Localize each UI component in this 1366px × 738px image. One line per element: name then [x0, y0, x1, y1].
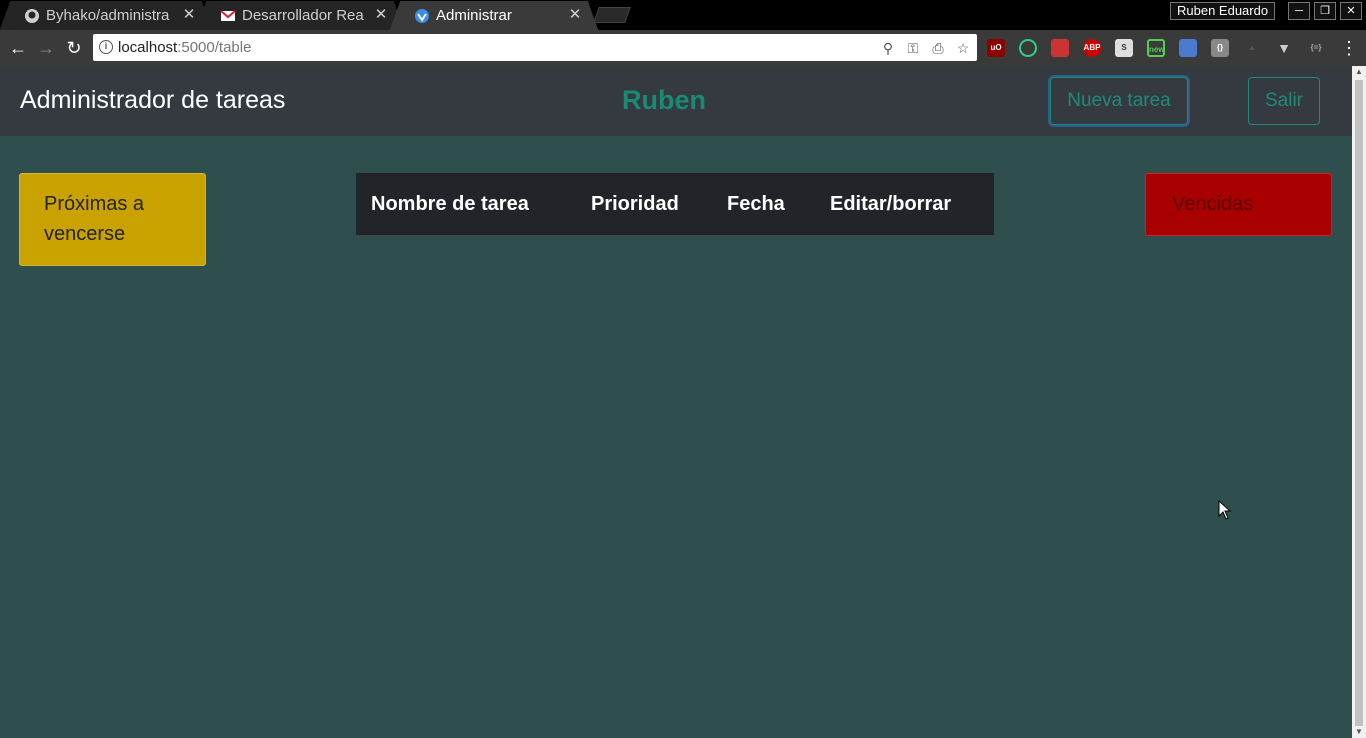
new-tab-button[interactable] — [593, 7, 631, 23]
star-icon[interactable]: ☆ — [954, 39, 972, 57]
ublock-icon[interactable]: uO — [987, 39, 1005, 57]
header-date: Fecha — [727, 193, 785, 215]
logout-button[interactable]: Salir — [1248, 77, 1320, 125]
tab-title: Administrar — [436, 7, 512, 24]
adblock-plus-icon[interactable]: ABP — [1083, 39, 1101, 57]
tab-title: Desarrollador Rea — [242, 7, 364, 24]
key-icon[interactable]: ⚿ — [904, 39, 922, 57]
url-path: :5000/table — [177, 39, 252, 56]
skype-icon[interactable]: S — [1115, 39, 1133, 57]
forward-icon[interactable]: → — [34, 36, 58, 60]
overdue-tasks-card[interactable]: Vencidas — [1145, 173, 1332, 236]
target-icon[interactable] — [1019, 39, 1037, 57]
gift-icon[interactable] — [1051, 39, 1069, 57]
new-badge-icon[interactable]: new — [1147, 39, 1165, 57]
new-task-button[interactable]: Nueva tarea — [1050, 77, 1188, 125]
top-navbar: Administrador de tareas Ruben Nueva tare… — [0, 66, 1352, 136]
gmail-icon — [220, 9, 236, 21]
bracket-icon[interactable]: {} — [1211, 39, 1229, 57]
mouse-cursor-icon — [1218, 500, 1232, 520]
close-icon[interactable]: ✕ — [182, 7, 196, 23]
scroll-up-icon[interactable]: ▲ — [1352, 66, 1366, 78]
info-icon[interactable]: i — [99, 40, 113, 54]
header-edit-delete: Editar/borrar — [830, 193, 952, 215]
upcoming-tasks-label: Próximas a vencerse — [44, 193, 145, 245]
restore-icon[interactable]: ❐ — [1314, 2, 1336, 20]
profile-button[interactable]: Ruben Eduardo — [1170, 2, 1276, 20]
browser-toolbar: ← → ↻ i localhost:5000/table ⚲ ⚿ ⎙ ☆ uO … — [0, 30, 1366, 66]
address-bar[interactable]: i localhost:5000/table ⚲ ⚿ ⎙ ☆ — [93, 34, 977, 61]
vuetify-icon[interactable]: ▼ — [1275, 39, 1293, 57]
zoom-icon[interactable]: ⚲ — [879, 39, 897, 57]
close-icon[interactable]: ✕ — [568, 7, 582, 23]
close-window-icon[interactable]: ✕ — [1340, 2, 1362, 20]
scrollbar-thumb[interactable] — [1355, 80, 1363, 726]
close-icon[interactable]: ✕ — [374, 7, 388, 23]
translate-icon[interactable]: ⎙ — [929, 39, 947, 57]
tab-administrar[interactable]: Administrar ✕ — [400, 1, 588, 30]
tab-github[interactable]: Byhako/administra ✕ — [10, 1, 202, 30]
tab-gmail[interactable]: Desarrollador Rea ✕ — [206, 1, 394, 30]
url-host: localhost — [118, 39, 178, 56]
tab-title: Byhako/administra — [46, 7, 170, 24]
json-icon[interactable]: {=} — [1307, 39, 1325, 57]
app-favicon — [415, 8, 429, 23]
vertical-scrollbar[interactable]: ▲ ▼ — [1352, 66, 1366, 738]
browser-tab-strip: Byhako/administra ✕ Desarrollador Rea ✕ … — [0, 0, 1366, 30]
back-icon[interactable]: ← — [6, 36, 30, 60]
bookmark-icon[interactable] — [1179, 39, 1197, 57]
header-task-name: Nombre de tarea — [371, 193, 529, 215]
minimize-icon[interactable]: ─ — [1288, 2, 1310, 20]
reload-icon[interactable]: ↻ — [62, 36, 86, 60]
url-text[interactable]: localhost:5000/table — [118, 39, 251, 56]
scroll-down-icon[interactable]: ▼ — [1352, 726, 1366, 738]
task-table: Nombre de tarea Prioridad Fecha Editar/b… — [356, 173, 994, 236]
overdue-tasks-label: Vencidas — [1172, 193, 1254, 215]
upcoming-tasks-card[interactable]: Próximas a vencerse — [19, 173, 206, 266]
header-priority: Prioridad — [591, 193, 679, 215]
page-viewport: Administrador de tareas Ruben Nueva tare… — [0, 66, 1352, 738]
menu-icon[interactable]: ⋮ — [1340, 38, 1358, 58]
hat-icon[interactable]: ▲ — [1243, 39, 1261, 57]
github-icon — [25, 8, 39, 23]
